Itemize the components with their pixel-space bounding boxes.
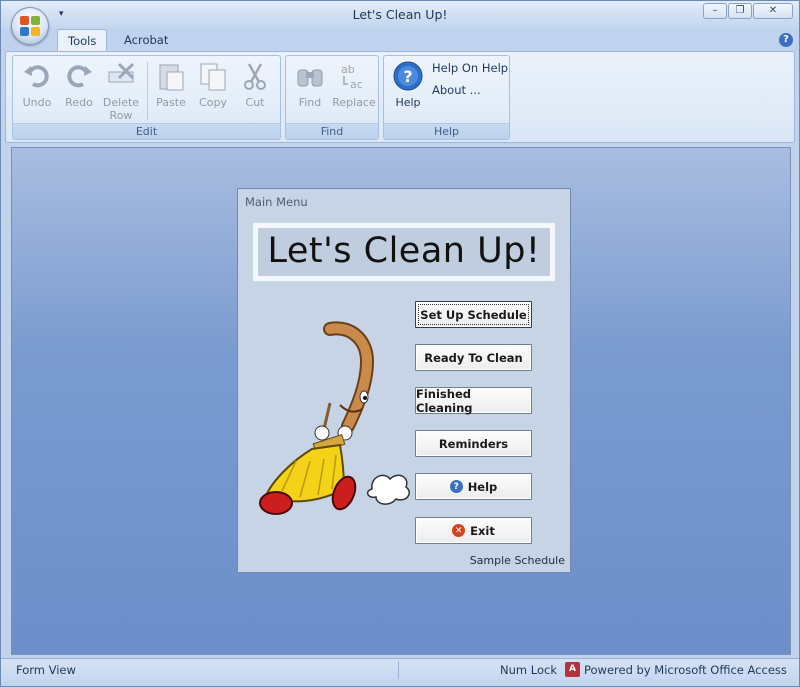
replace-button[interactable]: ab ac Replace (331, 60, 377, 109)
undo-label: Undo (22, 96, 52, 109)
redo-button[interactable]: Redo (58, 60, 100, 109)
help-group: ? Help Help On Help About ... Help (383, 55, 510, 140)
find-group: Find ab ac Replace Find (285, 55, 379, 140)
title-bar: Let's Clean Up! ▾ – ❐ ✕ (1, 1, 799, 29)
minimize-button[interactable]: – (703, 3, 727, 19)
reminders-button[interactable]: Reminders (415, 430, 532, 457)
undo-button[interactable]: Undo (16, 60, 58, 109)
help-on-help-button[interactable]: Help On Help (432, 61, 508, 75)
copy-icon (200, 63, 226, 91)
delete-row-icon (108, 62, 135, 83)
binoculars-icon (297, 69, 323, 87)
powered-by-access: A Powered by Microsoft Office Access (565, 662, 787, 677)
broom-mascot-image (259, 321, 410, 515)
window-controls: – ❐ ✕ (703, 3, 793, 19)
replace-icon: ab ac (341, 63, 363, 91)
edit-group: Undo Redo Delete Row Paste Copy Cut Edit (12, 55, 281, 140)
view-mode-label: Form View (16, 663, 76, 677)
set-up-schedule-label: Set Up Schedule (420, 307, 527, 322)
num-lock-indicator: Num Lock (500, 663, 557, 677)
sample-schedule-label: Sample Schedule (469, 554, 565, 567)
svg-text:ab: ab (341, 63, 355, 76)
about-button[interactable]: About ... (432, 83, 481, 97)
close-icon: ✕ (452, 524, 466, 537)
close-button[interactable]: ✕ (753, 3, 793, 19)
delete-row-label-1: Delete (102, 96, 140, 109)
help-label: Help (467, 479, 498, 494)
office-button[interactable] (11, 7, 49, 45)
redo-icon (67, 65, 92, 88)
help-icon: ? (449, 480, 463, 493)
powered-by-label: Powered by Microsoft Office Access (584, 662, 787, 677)
scissors-icon (244, 63, 266, 90)
access-window: Let's Clean Up! ▾ – ❐ ✕ Tools Acrobat ? … (0, 0, 800, 687)
restore-button[interactable]: ❐ (728, 3, 752, 19)
access-logo-icon: A (565, 662, 580, 677)
help-button[interactable]: ? Help (415, 473, 532, 500)
redo-label: Redo (65, 96, 93, 109)
status-separator (398, 661, 399, 679)
cut-label: Cut (245, 96, 265, 109)
tab-tools[interactable]: Tools (57, 29, 108, 51)
window-title: Let's Clean Up! (352, 7, 448, 22)
delete-row-label-2: Row (109, 109, 133, 122)
delete-row-button[interactable]: Delete Row (100, 60, 142, 122)
office-logo-icon (20, 16, 40, 36)
replace-label: Replace (332, 96, 376, 109)
ribbon: Undo Redo Delete Row Paste Copy Cut Edit… (5, 51, 795, 143)
cut-button[interactable]: Cut (234, 60, 276, 109)
help-ribbon-label: Help (395, 96, 421, 109)
find-button[interactable]: Find (289, 60, 331, 109)
ready-to-clean-label: Ready To Clean (424, 350, 523, 365)
edit-separator (147, 62, 148, 120)
ribbon-tab-row: Tools Acrobat ? (1, 29, 799, 51)
find-group-label: Find (286, 123, 378, 139)
ready-to-clean-button[interactable]: Ready To Clean (415, 344, 532, 371)
paste-icon (159, 64, 184, 91)
help-ribbon-button[interactable]: ? Help (387, 60, 429, 109)
title-banner: Let's Clean Up! (253, 223, 555, 281)
status-bar: Form View Num Lock A Powered by Microsof… (1, 658, 799, 686)
undo-icon (24, 65, 49, 88)
ribbon-help-icon[interactable]: ? (779, 33, 793, 47)
form-caption: Main Menu (245, 195, 308, 209)
find-label: Find (298, 96, 322, 109)
reminders-label: Reminders (438, 436, 509, 451)
exit-button[interactable]: ✕ Exit (415, 517, 532, 544)
finished-cleaning-button[interactable]: Finished Cleaning (415, 386, 532, 415)
finished-cleaning-label: Finished Cleaning (416, 386, 473, 415)
copy-button[interactable]: Copy (192, 60, 234, 109)
help-icon: ? (393, 61, 423, 91)
edit-group-label: Edit (13, 123, 280, 139)
exit-label: Exit (470, 523, 495, 538)
set-up-schedule-button[interactable]: Set Up Schedule (415, 301, 532, 328)
help-group-label: Help (384, 123, 509, 139)
copy-label: Copy (199, 96, 227, 109)
svg-text:?: ? (403, 67, 412, 86)
paste-label: Paste (156, 96, 186, 109)
banner-title: Let's Clean Up! (267, 231, 541, 271)
main-menu-form: Main Menu Let's Clean Up! Set Up Schedul… (237, 188, 571, 573)
quick-access-dropdown-icon[interactable]: ▾ (59, 9, 64, 19)
paste-button[interactable]: Paste (150, 60, 192, 109)
svg-text:ac: ac (350, 78, 363, 91)
tab-acrobat[interactable]: Acrobat (114, 29, 178, 51)
